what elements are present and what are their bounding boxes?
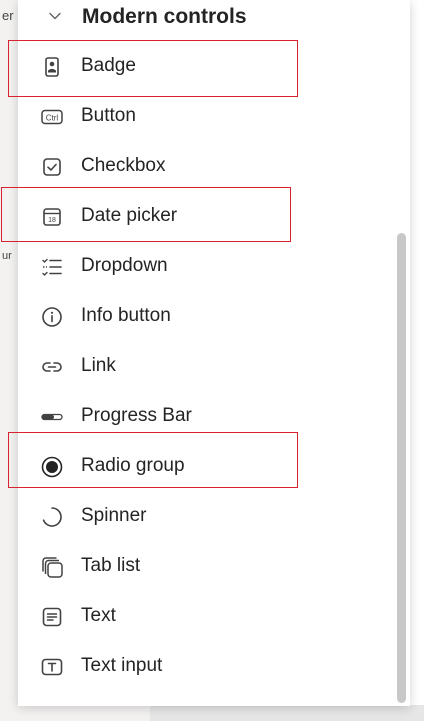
control-item-link[interactable]: Link	[18, 342, 388, 392]
control-item-text-input[interactable]: Text input	[18, 642, 388, 692]
control-item-checkbox[interactable]: Checkbox	[18, 142, 388, 192]
background-text-fragment: er	[2, 8, 14, 23]
control-item-label: Checkbox	[81, 155, 166, 176]
control-item-label: Spinner	[81, 505, 147, 526]
section-header-modern-controls[interactable]: Modern controls	[18, 0, 388, 34]
control-item-date-picker[interactable]: 18 Date picker	[18, 192, 388, 242]
control-item-tab-list[interactable]: Tab list	[18, 542, 388, 592]
section-title: Modern controls	[82, 5, 247, 28]
control-item-label: Text	[81, 605, 116, 626]
radio-icon	[41, 456, 63, 478]
background-text-fragment: ur	[2, 250, 12, 262]
svg-text:Ctrl: Ctrl	[46, 113, 59, 122]
spinner-icon	[42, 507, 62, 527]
info-icon	[42, 307, 62, 327]
background-app-edge: er ur	[0, 0, 20, 721]
control-item-label: Date picker	[81, 205, 178, 226]
control-item-label: Button	[81, 105, 136, 126]
control-item-badge[interactable]: Badge	[18, 42, 388, 92]
control-item-info-button[interactable]: Info button	[18, 292, 388, 342]
svg-text:18: 18	[48, 217, 56, 224]
control-item-dropdown[interactable]: Dropdown	[18, 242, 388, 292]
button-ctrl-icon: Ctrl	[41, 109, 63, 125]
control-item-text[interactable]: Text	[18, 592, 388, 642]
control-item-label: Text input	[81, 655, 163, 676]
chevron-down-icon[interactable]	[47, 8, 63, 24]
text-icon	[42, 607, 62, 627]
control-item-label: Info button	[81, 305, 171, 326]
dropdown-list-icon	[42, 258, 62, 276]
control-item-label: Dropdown	[81, 255, 168, 276]
calendar-icon: 18	[43, 208, 61, 226]
checkbox-icon	[43, 158, 61, 176]
badge-icon	[45, 57, 59, 77]
control-item-label: Tab list	[81, 555, 141, 576]
control-item-progress-bar[interactable]: Progress Bar	[18, 392, 388, 442]
background-app-bottom	[150, 705, 424, 721]
control-item-radio-group[interactable]: Radio group	[18, 442, 388, 492]
background-app-edge-right	[410, 0, 424, 721]
progress-bar-icon	[41, 413, 63, 421]
control-item-label: Progress Bar	[81, 405, 192, 426]
scrollbar-thumb[interactable]	[397, 233, 406, 703]
control-item-spinner[interactable]: Spinner	[18, 492, 388, 542]
control-item-label: Radio group	[81, 455, 185, 476]
control-item-label: Link	[81, 355, 116, 376]
tab-list-icon	[42, 557, 63, 578]
control-item-label: Badge	[81, 55, 136, 76]
text-input-icon	[41, 658, 63, 676]
link-icon	[42, 362, 62, 372]
control-item-button[interactable]: Ctrl Button	[18, 92, 388, 142]
insert-controls-flyout: Modern controls Badge Ctrl Button Checkb…	[18, 0, 410, 706]
